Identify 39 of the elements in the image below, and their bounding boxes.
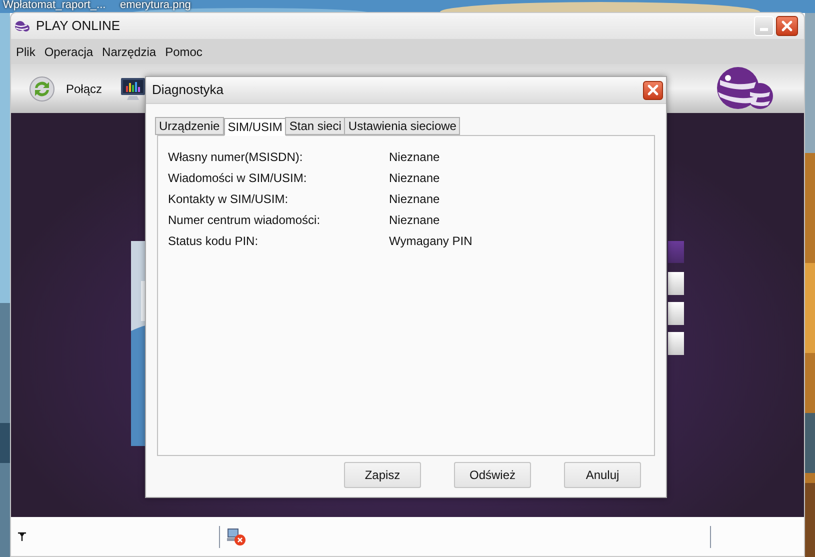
tab[interactable]: Urządzenie — [155, 117, 224, 135]
dialog-button[interactable]: Anuluj — [564, 462, 641, 488]
close-button[interactable] — [776, 16, 798, 36]
field-label: Numer centrum wiadomości: — [168, 212, 322, 228]
field-value: Nieznane — [389, 190, 440, 208]
field-label: Własny numer(MSISDN): — [168, 148, 304, 166]
field-label: Wiadomości w SIM/USIM: — [168, 170, 308, 186]
field-value: Nieznane — [389, 170, 440, 186]
field-label: Kontakty w SIM/USIM: — [168, 190, 290, 208]
close-icon — [781, 20, 793, 32]
window-title: PLAY ONLINE — [36, 17, 120, 36]
field-value: Nieznane — [389, 148, 440, 166]
menu-item[interactable]: Narzędzia — [102, 42, 156, 60]
field-value: Wymagany PIN — [389, 232, 472, 250]
app-logo-icon — [14, 20, 30, 32]
menu-item[interactable]: Plik — [16, 42, 36, 60]
menu-item[interactable]: Operacja — [44, 42, 94, 60]
side-tab[interactable] — [668, 272, 684, 295]
close-icon — [647, 84, 659, 96]
menu-item[interactable]: Pomoc — [165, 42, 202, 60]
antenna-icon — [18, 532, 26, 541]
tab[interactable]: SIM/USIM — [224, 118, 286, 136]
close-button[interactable] — [643, 80, 663, 100]
tab[interactable]: Ustawienia sieciowe — [344, 117, 460, 135]
monitor-chart-icon[interactable] — [120, 76, 146, 102]
dialog-title: Diagnostyka — [152, 81, 224, 100]
side-panel-header — [668, 241, 684, 263]
connect-button[interactable]: Połącz — [29, 76, 102, 102]
network-error-icon — [227, 528, 247, 546]
refresh-icon — [29, 76, 55, 102]
field-label: Status kodu PIN: — [168, 232, 260, 250]
dialog-button[interactable]: Zapisz — [344, 462, 421, 488]
sphere-logo — [716, 66, 774, 112]
dialog-button[interactable]: Odśwież — [454, 462, 531, 488]
side-tab[interactable] — [668, 302, 684, 325]
minimize-icon — [760, 28, 768, 31]
field-value: Nieznane — [389, 212, 440, 228]
tab[interactable]: Stan sieci — [285, 117, 346, 135]
side-tab[interactable] — [668, 332, 684, 355]
